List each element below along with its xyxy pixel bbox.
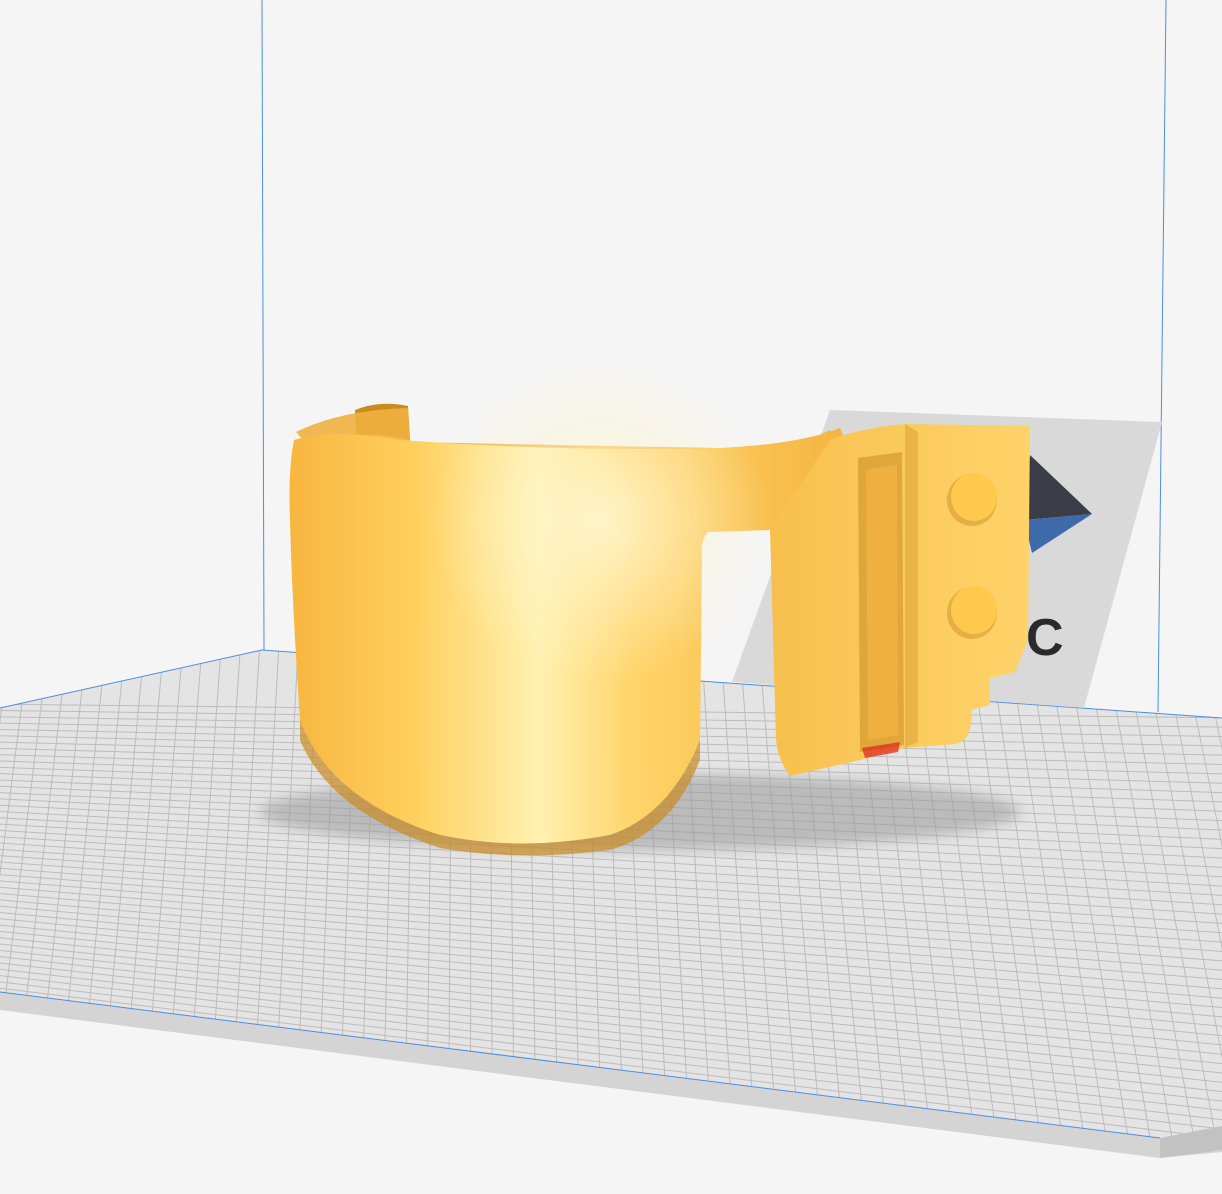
build-volume-edge-right: [1157, 0, 1167, 713]
logo-letter: C: [1026, 609, 1064, 667]
3d-viewport[interactable]: C: [0, 0, 1222, 1194]
build-volume-edge-left: [261, 0, 265, 651]
build-scene[interactable]: C: [0, 0, 1222, 1194]
